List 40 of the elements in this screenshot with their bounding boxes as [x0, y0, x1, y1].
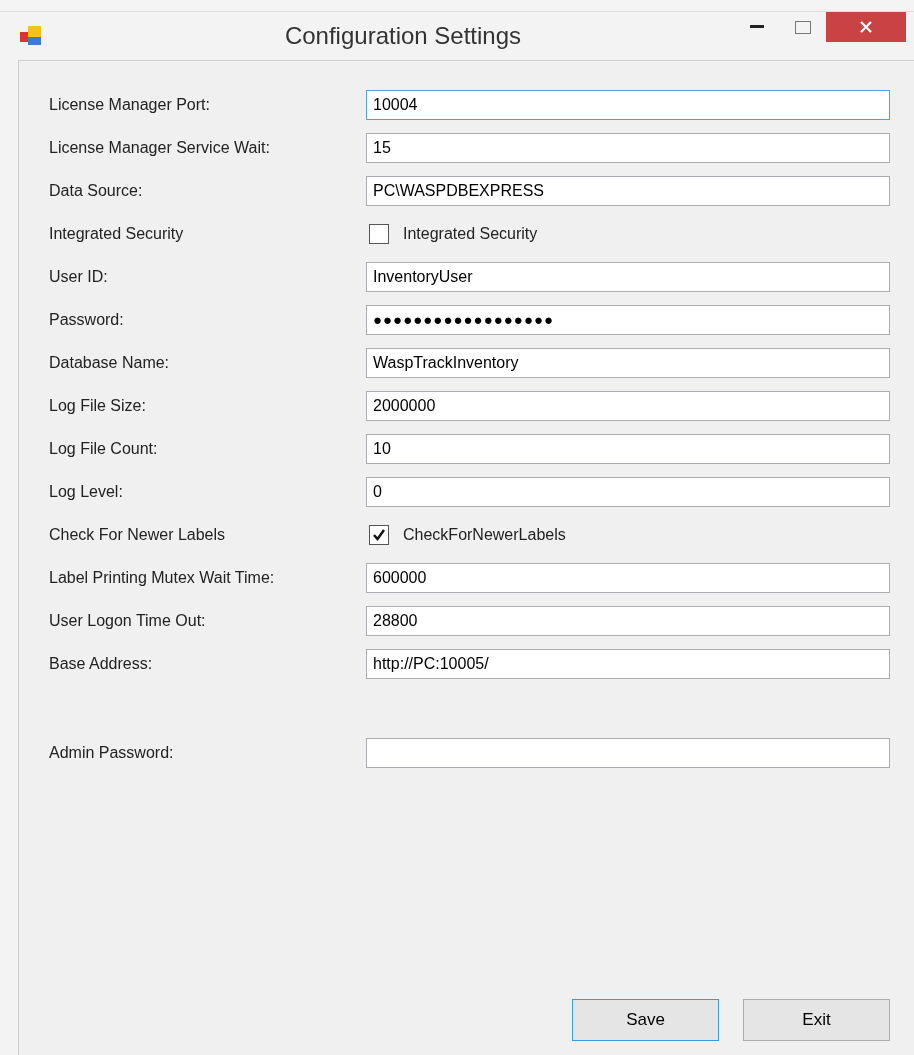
field-label: Label Printing Mutex Wait Time: [49, 567, 276, 588]
maximize-icon [795, 20, 811, 34]
exit-button[interactable]: Exit [743, 999, 890, 1041]
save-button[interactable]: Save [572, 999, 719, 1041]
field-label: Check For Newer Labels [49, 524, 227, 545]
checkbox-label[interactable]: Integrated Security [403, 221, 538, 246]
password-field[interactable]: ●●●●●●●●●●●●●●●●●● [366, 304, 890, 335]
field-label: User ID: [49, 266, 109, 287]
close-icon [859, 20, 873, 34]
checkbox[interactable] [369, 524, 389, 545]
field-label: Log File Size: [49, 395, 147, 416]
admin-password-field[interactable] [366, 737, 890, 768]
field-label: Log File Count: [49, 438, 159, 459]
field-label: Database Name: [49, 352, 171, 373]
checkbox-label[interactable]: CheckForNewerLabels [403, 522, 566, 547]
field-label: Password: [49, 309, 125, 330]
input-field[interactable]: 2000000 [366, 390, 890, 421]
field-label: Log Level: [49, 481, 124, 502]
close-button[interactable] [826, 12, 906, 42]
app-icon [20, 26, 42, 46]
input-field[interactable]: 0 [366, 476, 890, 507]
field-label: License Manager Service Wait: [49, 137, 271, 158]
input-field[interactable]: http://PC:10005/ [366, 648, 890, 679]
input-field[interactable]: 15 [366, 132, 890, 163]
input-field[interactable]: 28800 [366, 605, 890, 636]
input-field[interactable]: InventoryUser [366, 261, 890, 292]
field-label: Data Source: [49, 180, 144, 201]
input-field[interactable]: 10 [366, 433, 890, 464]
field-label: User Logon Time Out: [49, 610, 207, 631]
field-label: Admin Password: [49, 742, 175, 763]
field-label: License Manager Port: [49, 94, 211, 115]
input-field[interactable]: 10004 [366, 89, 890, 120]
input-field[interactable]: PC\WASPDBEXPRESS [366, 175, 890, 206]
field-label: Base Address: [49, 653, 154, 674]
input-field[interactable]: 600000 [366, 562, 890, 593]
input-field[interactable]: WaspTrackInventory [366, 347, 890, 378]
minimize-icon [750, 25, 764, 29]
window-title: Configuration Settings [283, 21, 523, 51]
field-label: Integrated Security [49, 223, 185, 244]
checkbox[interactable] [369, 223, 389, 244]
